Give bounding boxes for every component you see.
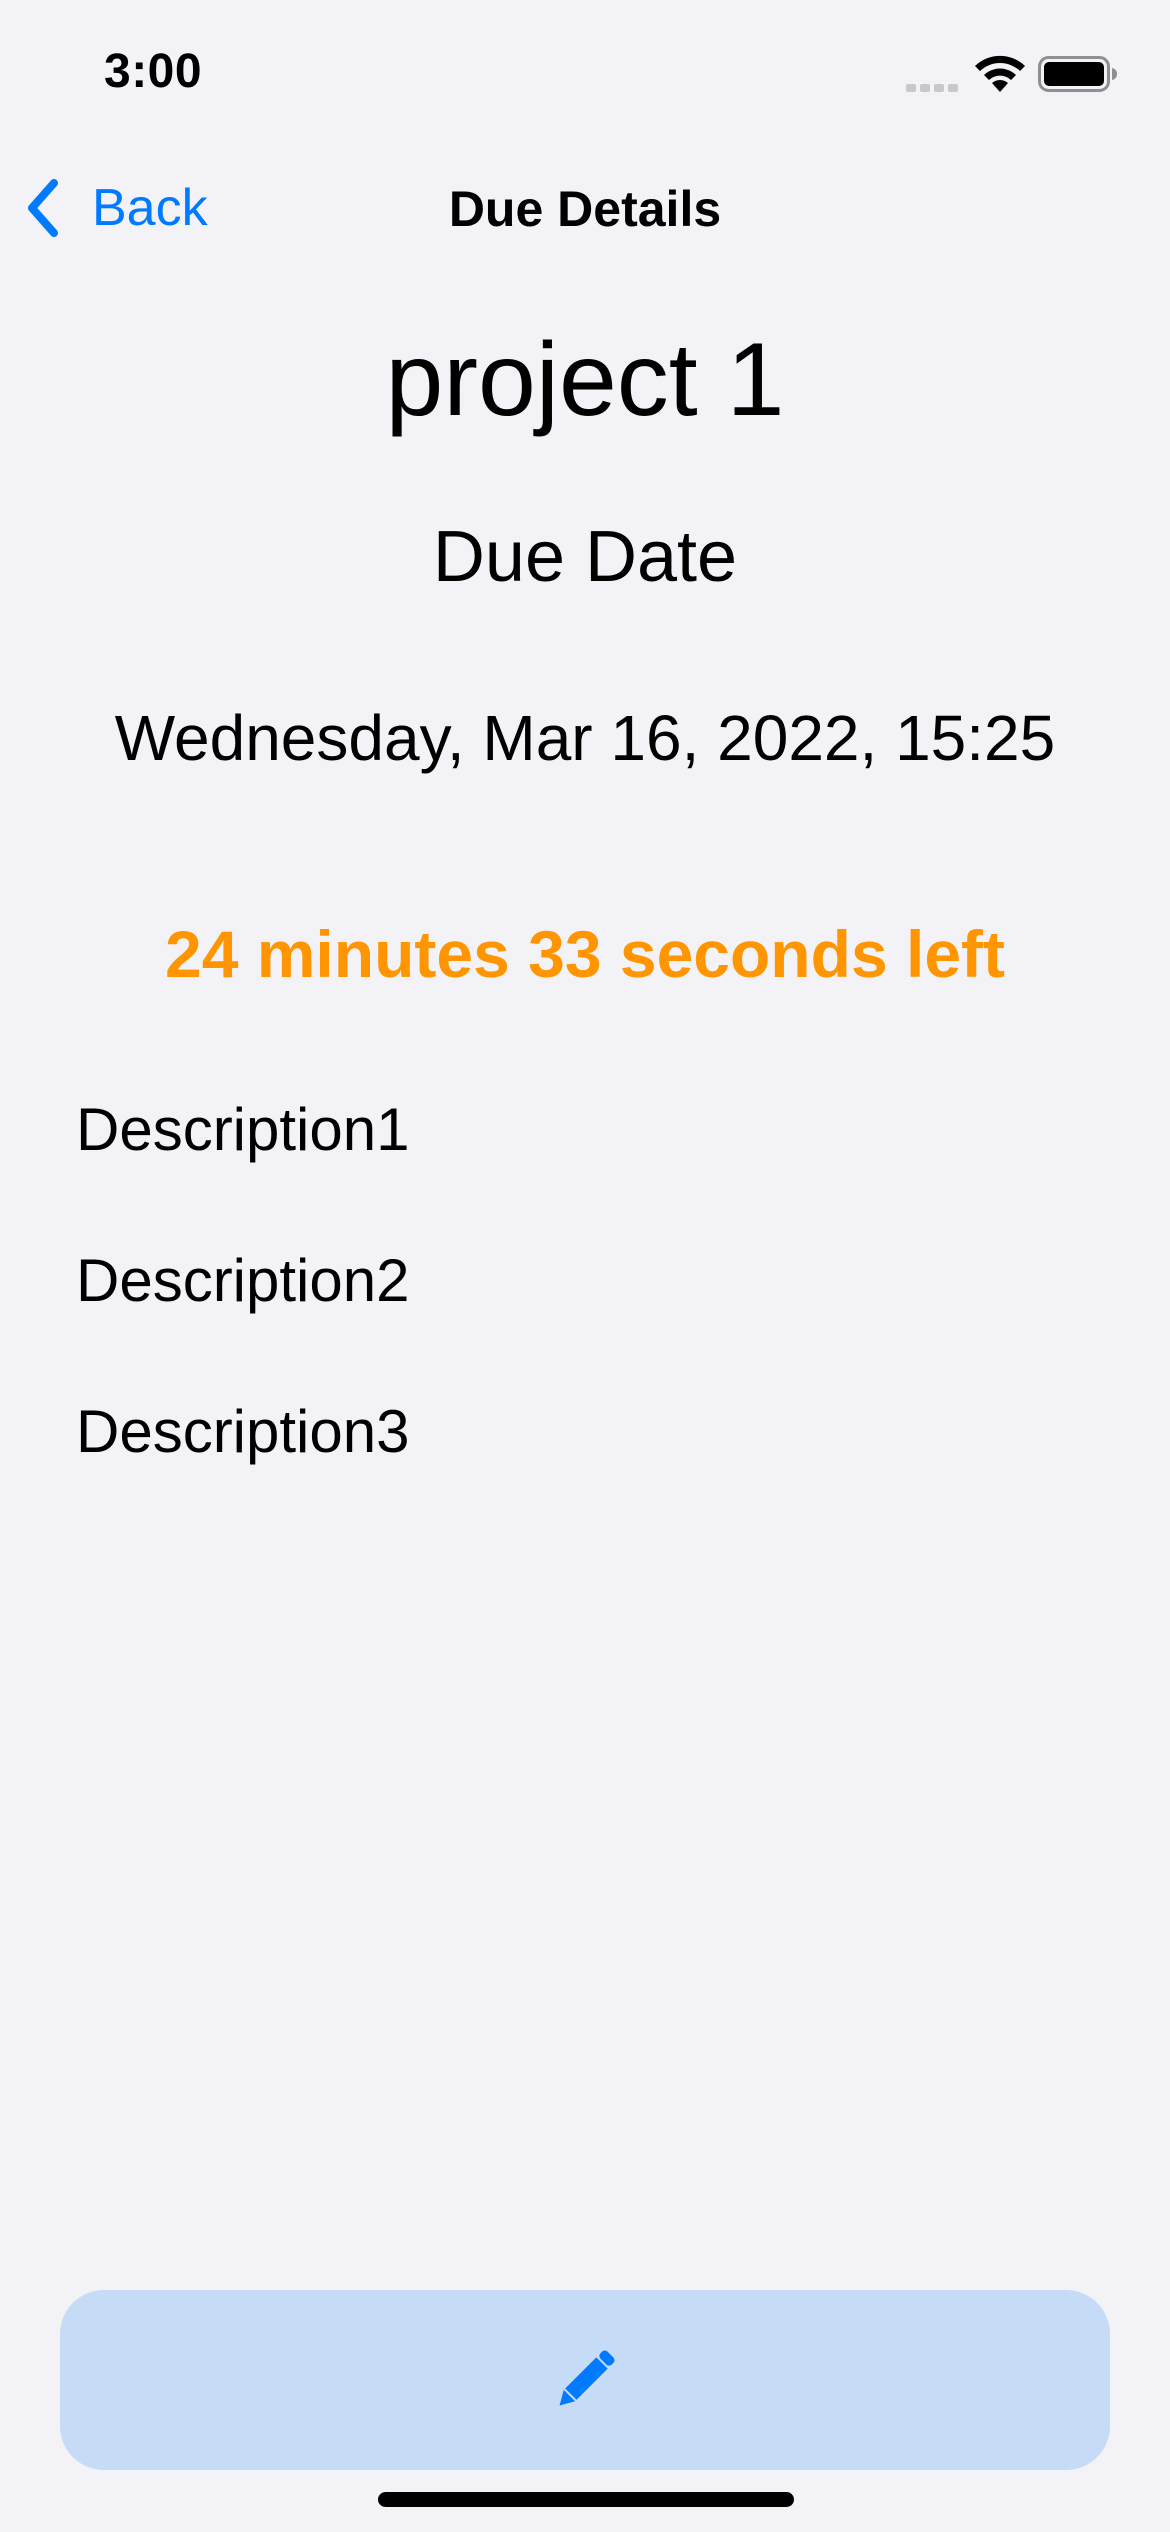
- project-name: project 1: [385, 322, 785, 438]
- pencil-icon: [559, 2350, 615, 2406]
- description-item: Description3: [76, 1398, 410, 1465]
- wifi-icon: [975, 55, 1025, 92]
- battery-icon: [1038, 56, 1117, 92]
- description-item: Description1: [76, 1096, 410, 1163]
- status-time: 3:00: [104, 45, 203, 98]
- page-title: Due Details: [448, 181, 722, 237]
- navigation-bar: Back Due Details: [0, 150, 1170, 266]
- description-item: Description2: [76, 1247, 410, 1314]
- edit-button[interactable]: [60, 2290, 1110, 2470]
- due-date-value: Wednesday, Mar 16, 2022, 15:25: [114, 702, 1056, 774]
- description-list: Description1 Description2 Description3: [76, 1090, 1076, 1543]
- due-date-label: Due Date: [432, 517, 738, 597]
- time-remaining-text: 24 minutes 33 seconds left: [165, 917, 1005, 991]
- due-details-screen: 3:00 Back Due Details project 1 Due Date…: [0, 0, 1170, 2532]
- status-bar: 3:00: [0, 0, 1170, 150]
- cellular-signal-icon: [906, 84, 958, 92]
- home-indicator: [378, 2492, 794, 2507]
